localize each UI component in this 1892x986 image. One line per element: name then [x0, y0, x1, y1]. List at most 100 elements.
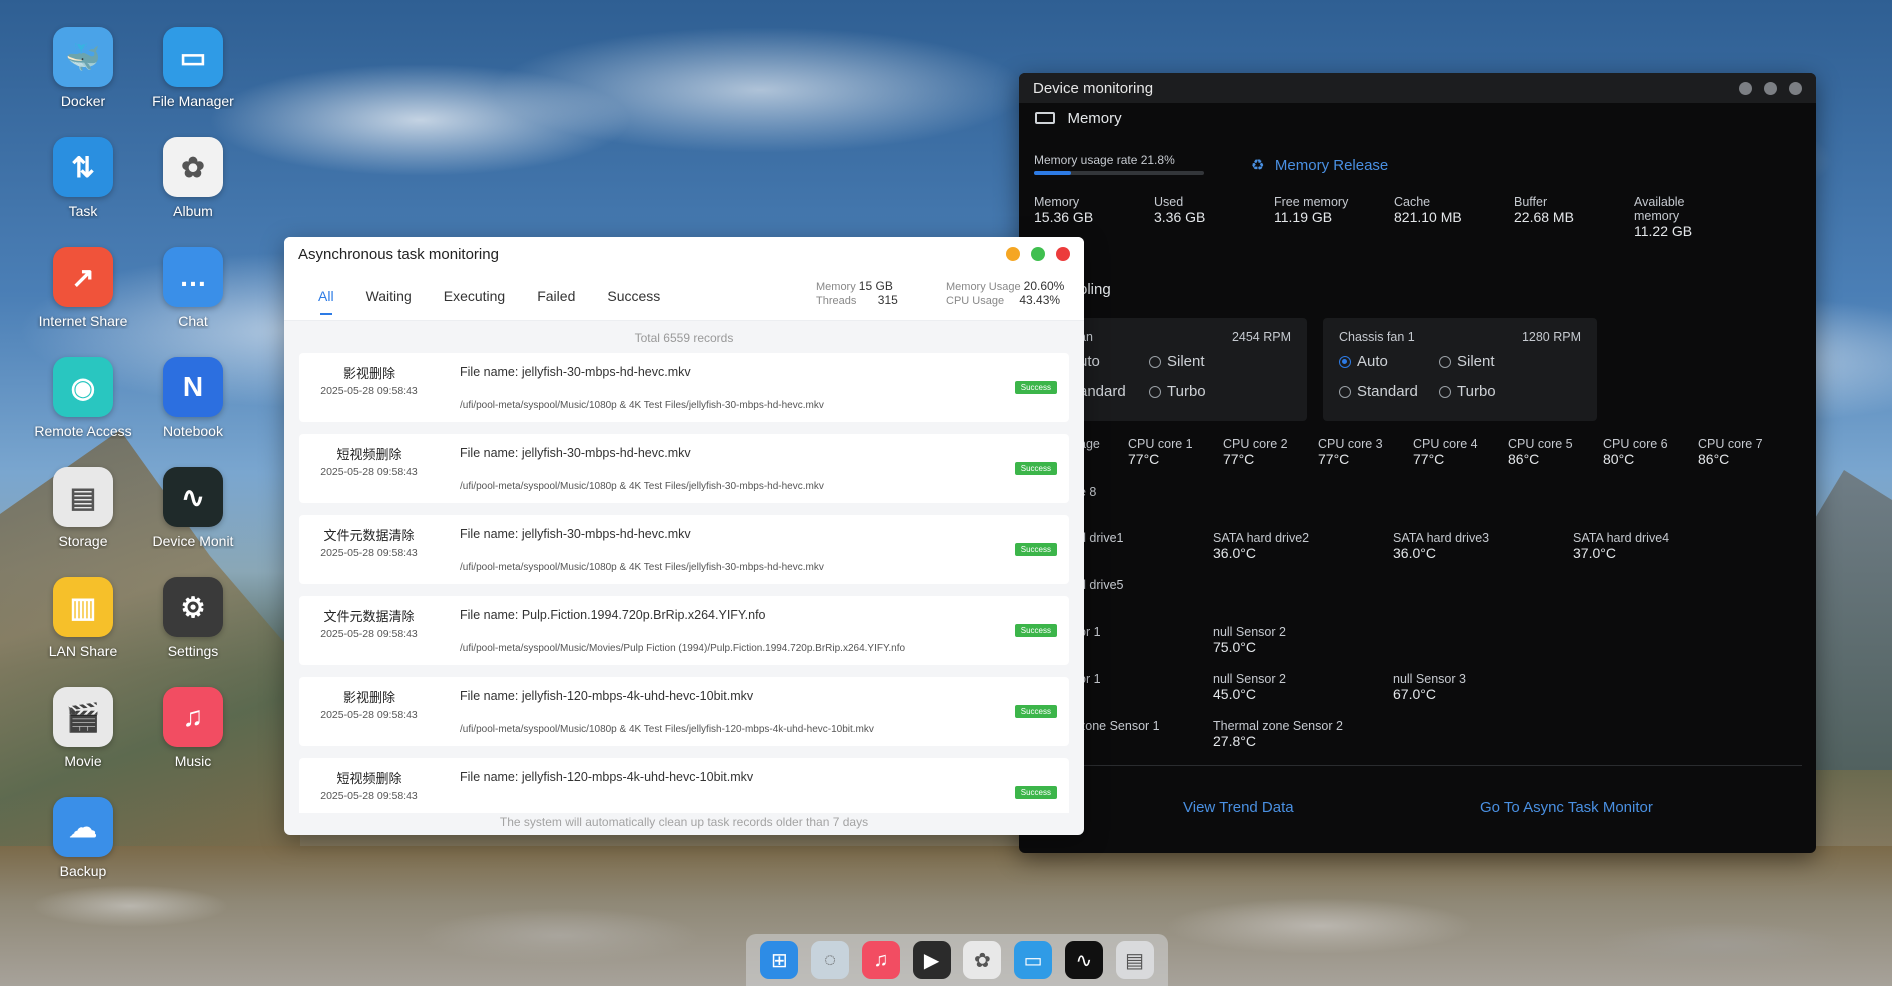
desktop-icon-remote-access[interactable]: ◉ Remote Access [33, 357, 133, 439]
go-to-async-task-monitor-link[interactable]: Go To Async Task Monitor [1480, 799, 1653, 816]
minimize-button[interactable] [1006, 247, 1020, 261]
desktop-icon-label: Device Monit [152, 533, 234, 549]
task-type: 文件元数据清除 [323, 528, 415, 543]
cpu-core-label: CPU core 7 [1698, 437, 1763, 451]
async-titlebar[interactable]: Asynchronous task monitoring [284, 237, 1084, 271]
view-trend-data-link[interactable]: View Trend Data [1183, 799, 1294, 816]
task-row[interactable]: 影视删除 2025-05-28 09:58:43 File name: jellyf… [299, 353, 1069, 422]
desktop-icon-file-manager[interactable]: ▭ File Manager [143, 27, 243, 109]
maximize-button[interactable] [1031, 247, 1045, 261]
available-memory-label: Available [1634, 195, 1685, 209]
desktop-icon-backup[interactable]: ☁ Backup [33, 797, 133, 879]
task-file-name: File name: jellyfish-30-mbps-hd-hevc.mkv [460, 527, 691, 541]
desktop-icon-notebook[interactable]: N Notebook [143, 357, 243, 439]
desktop-icon-storage[interactable]: ▤ Storage [33, 467, 133, 549]
memory-release-button[interactable]: ♻ Memory Release [1251, 156, 1388, 175]
fan-b-standard-label: Standard [1357, 383, 1418, 400]
desktop-icon-album[interactable]: ✿ Album [143, 137, 243, 219]
desktop-icon-label: Internet Share [38, 313, 128, 329]
cpu-core-label: CPU core 3 [1318, 437, 1383, 451]
dock-device-monitor-icon[interactable]: ∿ [1064, 941, 1103, 979]
cpu-core-label: CPU core 2 [1223, 437, 1288, 451]
cpu-core-temp: 77°C [1318, 451, 1350, 467]
memory-stat-label: Memory [1034, 195, 1080, 209]
desktop-icon-music[interactable]: ♫ Music [143, 687, 243, 769]
thermal-zone-sensor-2: Thermal zone Sensor 2 27.8°C [1213, 719, 1343, 749]
device-monit-icon: ∿ [163, 467, 223, 527]
desktop-icon-device-monit[interactable]: ∿ Device Monit [143, 467, 243, 549]
cpu-core-6: CPU core 6 80°C [1603, 437, 1668, 467]
fan-b-auto-label: Auto [1357, 353, 1388, 370]
fan-a-turbo-option[interactable]: Turbo [1149, 383, 1206, 400]
fan-card-chassis-1: Chassis fan 1 1280 RPM Auto Silent Stand… [1323, 318, 1597, 421]
dock-task-monitor-icon[interactable]: ▤ [1115, 941, 1154, 979]
device-monitoring-titlebar[interactable]: Device monitoring [1019, 73, 1816, 103]
tab-success[interactable]: Success [607, 271, 660, 321]
dock-launcher-icon[interactable]: ⊞ [760, 941, 799, 979]
divider [1079, 765, 1802, 766]
cpu-core-3: CPU core 3 77°C [1318, 437, 1383, 467]
buffer-stat: Buffer 22.68 MB [1514, 195, 1574, 225]
cpu-core-temp: 77°C [1413, 451, 1445, 467]
cpu-core-label: CPU core 1 [1128, 437, 1193, 451]
resource-stats: Memory 15 GB Threads 315 Memory Usage 20… [816, 279, 1076, 313]
dock-music-icon[interactable]: ♫ [861, 941, 900, 979]
tab-waiting[interactable]: Waiting [366, 271, 412, 321]
backup-icon: ☁ [53, 797, 113, 857]
cache-stat-value: 821.10 MB [1394, 209, 1462, 225]
fan-b-auto-option[interactable]: Auto [1339, 353, 1388, 370]
desktop-icon-settings[interactable]: ⚙ Settings [143, 577, 243, 659]
sata-drive4: SATA hard drive4 37.0°C [1573, 531, 1669, 561]
fan-b-silent-option[interactable]: Silent [1439, 353, 1495, 370]
dock-album-icon[interactable]: ✿ [963, 941, 1002, 979]
cpu-core-1: CPU core 1 77°C [1128, 437, 1193, 467]
close-button[interactable] [1789, 82, 1802, 95]
task-row[interactable]: 短视频删除 2025-05-28 09:58:43 File name: jelly… [299, 434, 1069, 503]
desktop-icon-label: Task [68, 203, 98, 219]
desktop-icon-task[interactable]: ⇅ Task [33, 137, 133, 219]
task-time: 2025-05-28 09:58:43 [320, 547, 418, 559]
null-sensor-2-b-value: 45.0°C [1213, 686, 1256, 702]
window-title: Device monitoring [1033, 79, 1154, 97]
drive1-label-partial: d drive1 [1079, 531, 1124, 545]
task-row[interactable]: 短视频删除 2025-05-28 09:58:43 File name: jelly… [299, 758, 1069, 813]
fan-b-standard-option[interactable]: Standard [1339, 383, 1418, 400]
task-row[interactable]: 文件元数据清除 2025-05-28 09:58:43 File name: jel… [299, 515, 1069, 584]
tab-executing[interactable]: Executing [444, 271, 505, 321]
desktop-icon-docker[interactable]: 🐳 Docker [33, 27, 133, 109]
desktop-icon-label: Notebook [163, 423, 223, 439]
desktop-icon-internet-share[interactable]: ↗ Internet Share [33, 247, 133, 329]
minimize-button[interactable] [1739, 82, 1752, 95]
tab-all[interactable]: All [318, 271, 334, 321]
task-file-name: File name: jellyfish-120-mbps-4k-uhd-hev… [460, 770, 754, 784]
fan-a-standard-option[interactable]: andard [1079, 383, 1126, 400]
desktop-icon-movie[interactable]: 🎬 Movie [33, 687, 133, 769]
null-sensor-2-a-value: 75.0°C [1213, 639, 1256, 655]
thermal-zone-sensor-2-value: 27.8°C [1213, 733, 1256, 749]
status-badge: Success [1014, 381, 1057, 394]
task-time: 2025-05-28 09:58:43 [320, 790, 418, 802]
maximize-button[interactable] [1764, 82, 1777, 95]
available-memory-stat: Available memory 11.22 GB [1634, 195, 1692, 239]
desktop-icon-chat[interactable]: … Chat [143, 247, 243, 329]
dock-movie-icon[interactable]: ▶ [912, 941, 951, 979]
null-sensor-3-value: 67.0°C [1393, 686, 1436, 702]
task-row[interactable]: 影视删除 2025-05-28 09:58:43 File name: jellyf… [299, 677, 1069, 746]
close-button[interactable] [1056, 247, 1070, 261]
task-list: 影视删除 2025-05-28 09:58:43 File name: jellyf… [284, 353, 1084, 813]
usage-stats: Memory Usage 20.60% CPU Usage 43.43% [946, 279, 1064, 307]
fan-a-silent-option[interactable]: Silent [1149, 353, 1205, 370]
movie-icon: 🎬 [53, 687, 113, 747]
cache-stat-label: Cache [1394, 195, 1431, 209]
task-row[interactable]: 文件元数据清除 2025-05-28 09:58:43 File name: Pul… [299, 596, 1069, 665]
dock-storage-icon[interactable]: ◌ [811, 941, 850, 979]
dock-files-icon[interactable]: ▭ [1014, 941, 1053, 979]
used-stat-label: Used [1154, 195, 1184, 209]
desktop-icon-label: Storage [58, 533, 108, 549]
desktop-icon-lan-share[interactable]: ▥ LAN Share [33, 577, 133, 659]
desktop-icon-label: Chat [178, 313, 208, 329]
task-file-path: /ufi/pool-meta/syspool/Music/1080p & 4K … [460, 400, 824, 411]
memory-stat-value: 15.36 GB [1034, 209, 1094, 225]
fan-b-turbo-option[interactable]: Turbo [1439, 383, 1496, 400]
tab-failed[interactable]: Failed [537, 271, 575, 321]
